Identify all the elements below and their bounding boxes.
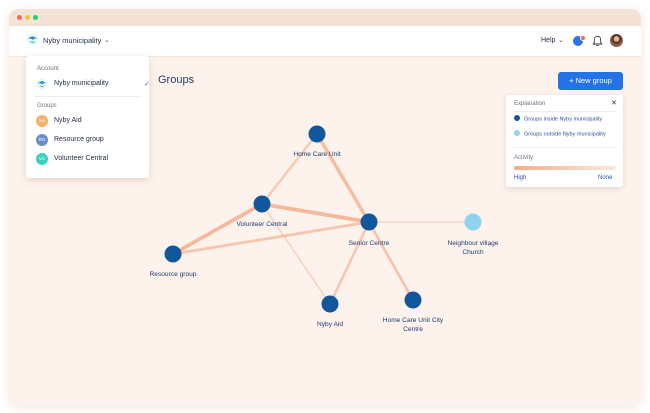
graph-node-rg[interactable] (164, 245, 182, 263)
graph-node-label: Volunteer Central (237, 221, 288, 228)
group-initials-badge: NA (36, 115, 48, 127)
graph-node-hcu[interactable] (308, 125, 326, 143)
explanation-panel: Explanation ✕ Groups inside Nyby municip… (506, 95, 623, 187)
close-icon[interactable]: ✕ (611, 99, 617, 107)
group-item-label: Nyby Aid (54, 117, 82, 124)
graph-edge (260, 132, 319, 206)
graph-node-label: Church (462, 249, 484, 256)
group-item-label: Volunteer Central (54, 155, 109, 162)
graph-node-label: Senior Centre (349, 240, 390, 247)
activity-gradient-bar (514, 166, 616, 170)
app-window: Nyby municipality ⌄ Help ⌄ Groups Home C… (9, 9, 641, 405)
groups-heading: Groups (37, 103, 57, 109)
graph-node-nvc[interactable] (464, 213, 482, 231)
graph-node-label: Neighbour village (448, 240, 499, 247)
divider (35, 96, 141, 97)
group-item-label: Resource group (54, 136, 104, 143)
group-initials-badge: VC (36, 153, 48, 165)
group-item[interactable]: NA Nyby Aid (36, 114, 144, 128)
group-item[interactable]: VC Volunteer Central (36, 152, 144, 166)
graph-node-sc[interactable] (360, 213, 378, 231)
graph-edge (260, 202, 371, 224)
graph-node-label: Resource group (150, 271, 197, 278)
account-item-nyby[interactable]: Nyby municipality ✓ (36, 77, 150, 91)
group-item[interactable]: RG Resource group (36, 133, 144, 147)
outside-group-dot-icon (514, 130, 520, 136)
graph-node-label: Home Care Unit (293, 151, 340, 158)
graph-node-label: Home Care Unit City (383, 317, 444, 324)
graph-node-hcucc[interactable] (404, 291, 422, 309)
divider (513, 147, 617, 148)
activity-label: Activity (514, 155, 534, 161)
new-group-button[interactable]: + New group (558, 72, 623, 90)
activity-high-label: High (514, 175, 527, 181)
activity-none-label: None (598, 175, 613, 181)
graph-node-label: Centre (403, 326, 423, 333)
account-item-label: Nyby municipality (54, 80, 109, 87)
graph-edge (328, 220, 371, 306)
legend-inside: Groups inside Nyby municipality (514, 115, 602, 122)
graph-node-vc[interactable] (253, 195, 271, 213)
municipality-logo-icon (36, 78, 48, 90)
legend-outside: Groups outside Nyby municipality (514, 130, 606, 137)
graph-edge (367, 220, 415, 302)
divider (513, 111, 617, 112)
account-dropdown: Account Nyby municipality ✓ Groups NA Nyb… (26, 56, 150, 178)
plus-icon: + (569, 76, 574, 85)
graph-edge (261, 203, 331, 305)
checkmark-icon: ✓ (144, 81, 150, 88)
account-heading: Account (37, 66, 59, 72)
graph-node-na[interactable] (321, 295, 339, 313)
graph-edge (315, 132, 371, 224)
inside-group-dot-icon (514, 115, 520, 121)
explanation-title: Explanation (514, 101, 546, 107)
group-initials-badge: RG (36, 134, 48, 146)
graph-node-label: Nyby Aid (317, 321, 343, 328)
